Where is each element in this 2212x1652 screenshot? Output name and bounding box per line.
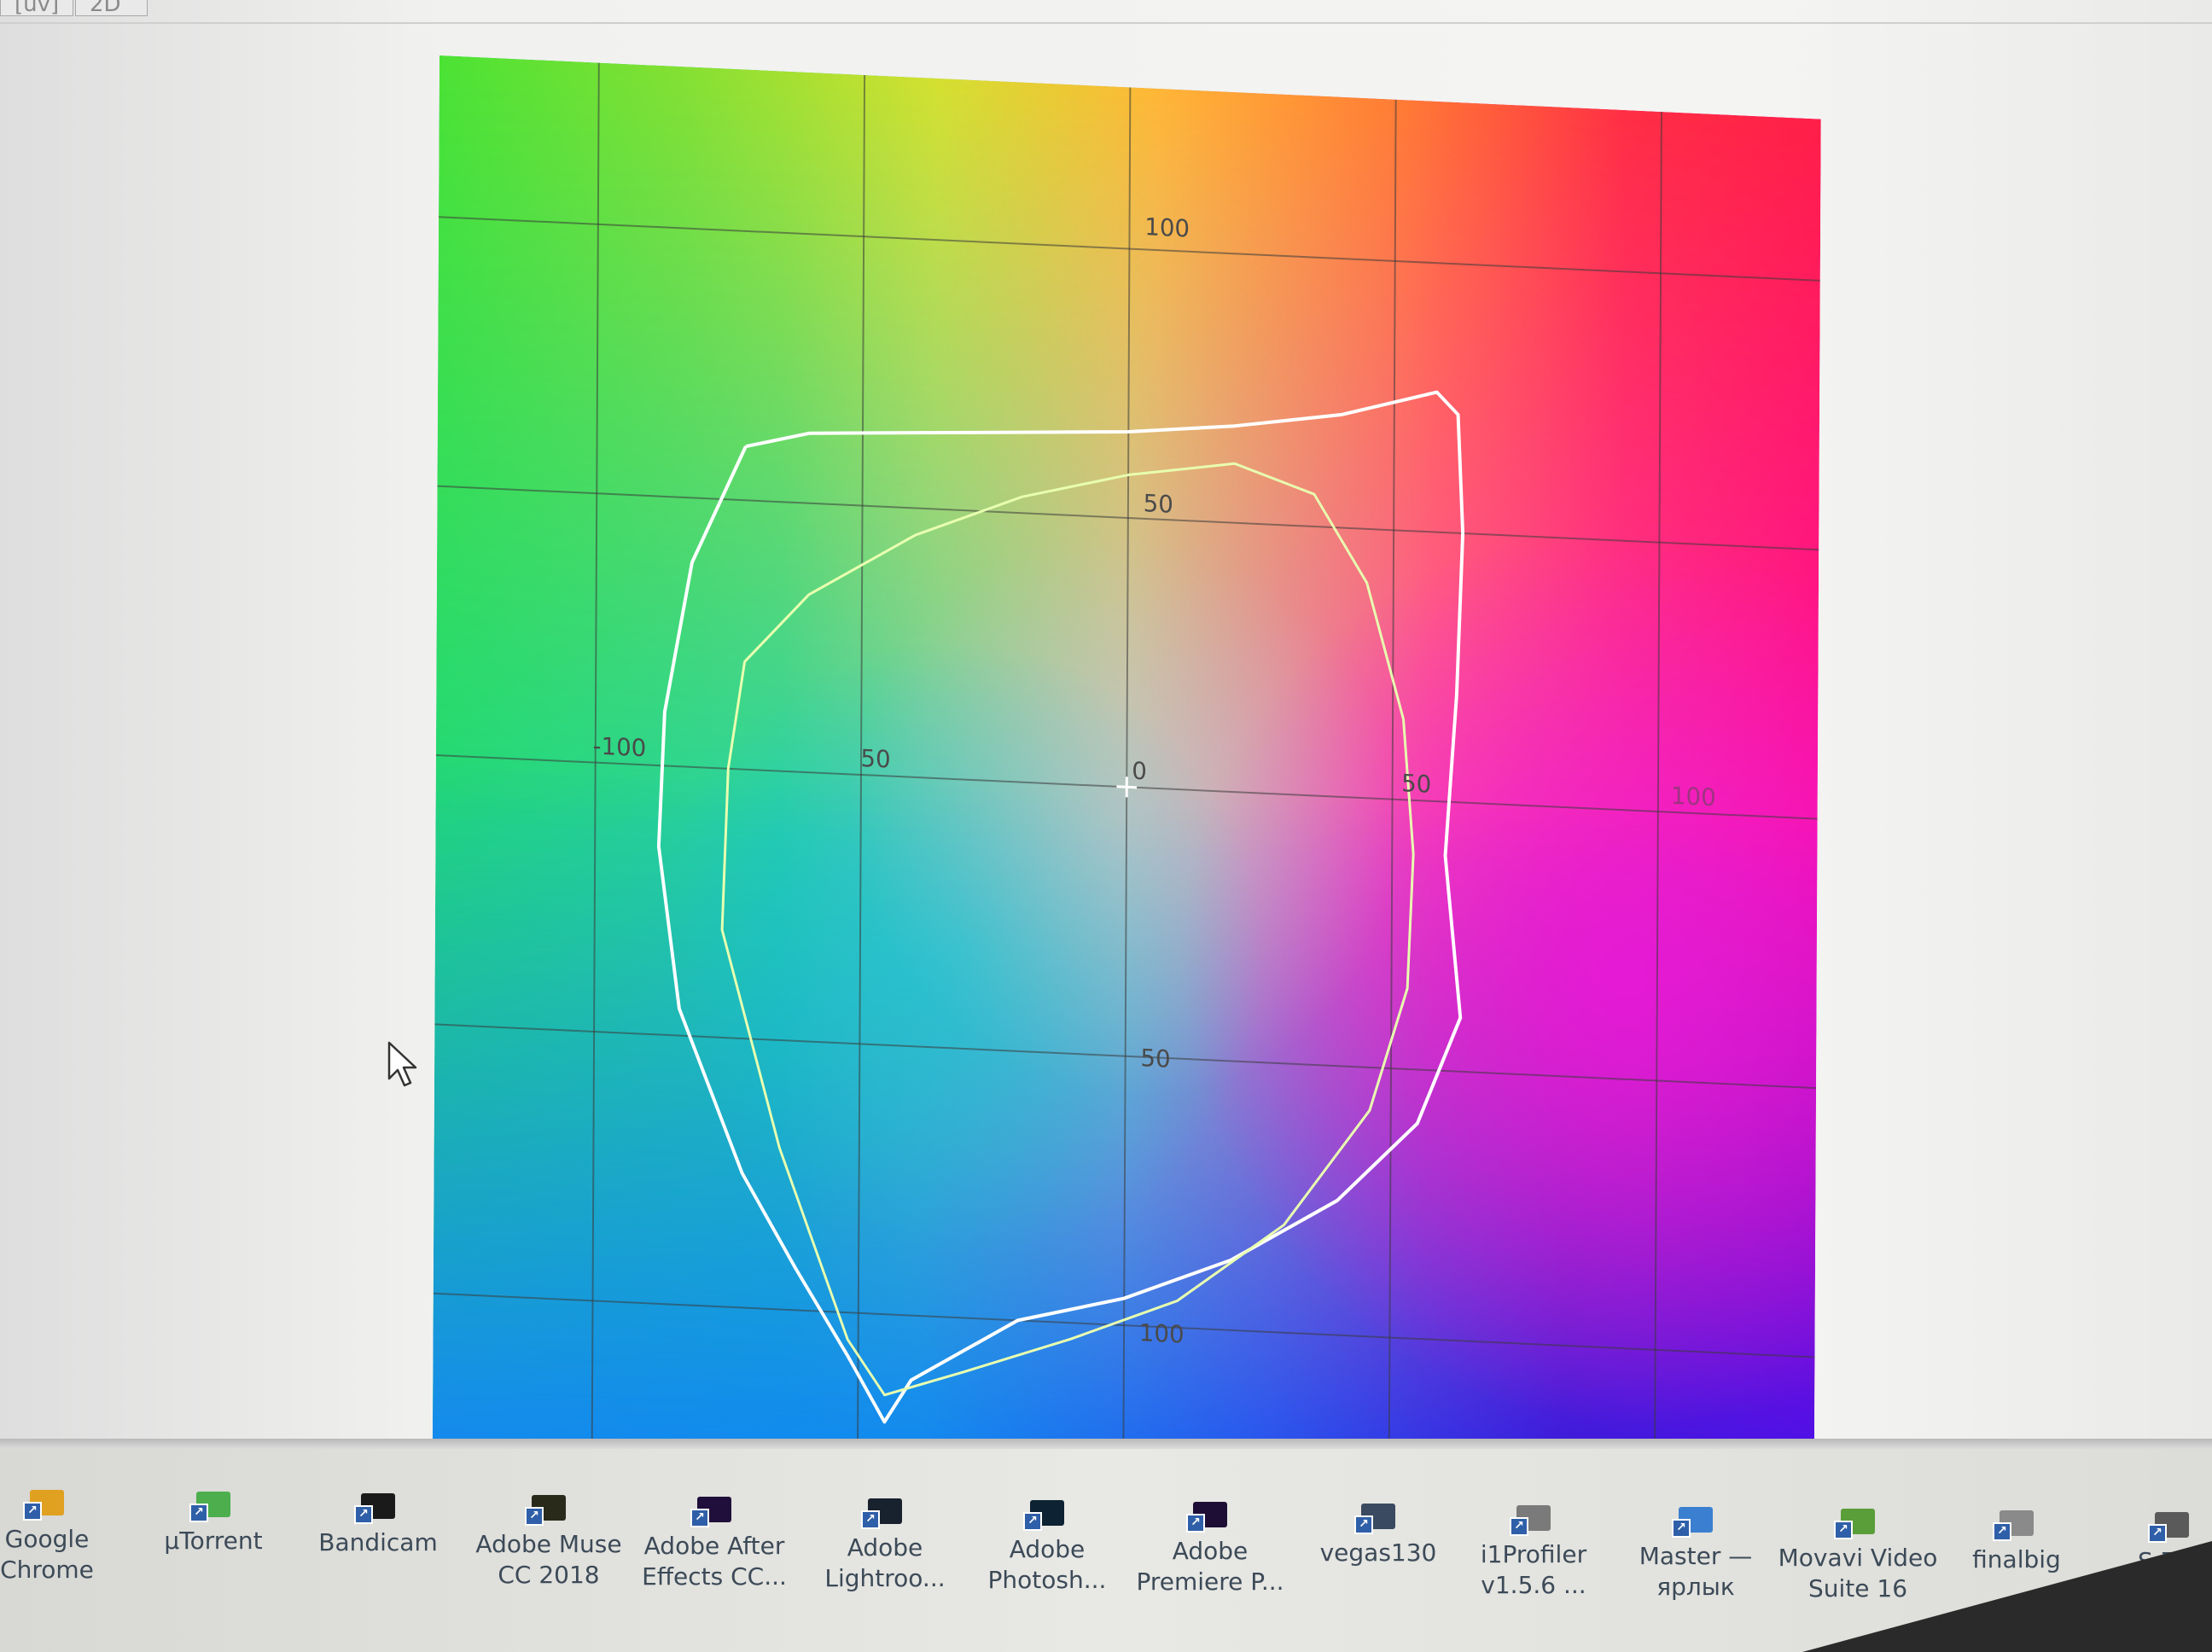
- shortcut-arrow-icon: ↗: [1186, 1514, 1205, 1533]
- app-shortcut-icon: ↗: [1023, 1495, 1071, 1531]
- app-shortcut-icon: ↗: [23, 1485, 71, 1521]
- app-shortcut-icon: ↗: [1834, 1504, 1882, 1539]
- shortcut-label: Adobe After Effects CC...: [642, 1532, 787, 1591]
- desktop-shortcut[interactable]: ↗ Master — ярлык: [1615, 1502, 1777, 1603]
- app-shortcut-icon: ↗: [525, 1490, 573, 1526]
- shortcut-arrow-icon: ↗: [354, 1505, 373, 1524]
- app-shortcut-icon: ↗: [1993, 1505, 2040, 1541]
- app-shortcut-icon: ↗: [1186, 1497, 1234, 1533]
- shortcut-label: µTorrent: [164, 1527, 263, 1555]
- app-shortcut-icon: ↗: [690, 1492, 738, 1527]
- desktop-shortcut[interactable]: ↗ Adobe Muse CC 2018: [468, 1490, 630, 1591]
- shortcut-arrow-icon: ↗: [2148, 1524, 2167, 1543]
- shortcut-label: Adobe Photosh...: [987, 1535, 1107, 1594]
- mouse-pointer-icon: [387, 1041, 417, 1087]
- tab-2d-xy[interactable]: 2D [xy]: [75, 0, 148, 16]
- shortcut-arrow-icon: ↗: [1834, 1521, 1853, 1539]
- window-bottom-edge: [0, 1439, 2212, 1449]
- shortcut-arrow-icon: ↗: [23, 1502, 42, 1521]
- desktop-shortcut[interactable]: ↗ Adobe Photosh...: [966, 1495, 1128, 1596]
- toolbar-divider: [0, 22, 2212, 24]
- tab-uv[interactable]: [uv]: [0, 0, 74, 16]
- desktop-shortcut[interactable]: ↗ i1Profiler v1.5.6 ...: [1452, 1500, 1615, 1601]
- desktop-shortcut[interactable]: ↗ Adobe Premiere P...: [1129, 1497, 1291, 1597]
- app-window: [uv] 2D [xy]: [0, 0, 2212, 1519]
- axis-label-h-neg50: 50: [860, 744, 890, 774]
- shortcut-label: Master — ярлык: [1639, 1542, 1753, 1601]
- desktop-shortcut[interactable]: ↗ Adobe Lightroo...: [804, 1493, 966, 1594]
- app-shortcut-icon: ↗: [1510, 1500, 1557, 1536]
- shortcut-arrow-icon: ↗: [690, 1509, 709, 1527]
- app-shortcut-icon: ↗: [2148, 1507, 2196, 1543]
- axis-label-h-neg100: -100: [593, 731, 647, 762]
- app-shortcut-icon: ↗: [1672, 1502, 1720, 1538]
- desktop-shortcut[interactable]: ↗ Google Chrome: [0, 1485, 128, 1585]
- desktop-shortcut[interactable]: ↗ Bandicam: [297, 1488, 459, 1558]
- shortcut-arrow-icon: ↗: [1510, 1517, 1528, 1536]
- gamut-plot-canvas[interactable]: 100 50 50 100 -100 50 0 50 100: [432, 55, 1821, 1519]
- app-shortcut-icon: ↗: [189, 1486, 237, 1522]
- app-shortcut-icon: ↗: [861, 1493, 909, 1529]
- shortcut-arrow-icon: ↗: [1354, 1515, 1373, 1534]
- shortcut-arrow-icon: ↗: [1993, 1522, 2011, 1541]
- desktop-shortcut[interactable]: ↗ vegas130: [1297, 1498, 1459, 1568]
- gamut-plot[interactable]: 100 50 50 100 -100 50 0 50 100: [432, 55, 1821, 1519]
- desktop-shortcut[interactable]: ↗ Adobe After Effects CC...: [633, 1492, 795, 1592]
- shortcut-label: Adobe Muse CC 2018: [475, 1530, 622, 1589]
- shortcut-label: Adobe Premiere P...: [1136, 1537, 1284, 1596]
- shortcut-label: Google Chrome: [0, 1525, 94, 1584]
- shortcut-arrow-icon: ↗: [1672, 1519, 1691, 1538]
- axis-label-v-100: 100: [1144, 212, 1190, 243]
- axis-label-h-0: 0: [1132, 756, 1147, 785]
- shortcut-arrow-icon: ↗: [525, 1507, 544, 1526]
- app-shortcut-icon: ↗: [1354, 1498, 1402, 1534]
- shortcut-arrow-icon: ↗: [1023, 1512, 1042, 1531]
- axis-label-v-neg100: 100: [1139, 1318, 1185, 1349]
- shortcut-label: i1Profiler v1.5.6 ...: [1480, 1540, 1587, 1599]
- shortcut-label: Adobe Lightroo...: [824, 1533, 946, 1592]
- app-shortcut-icon: ↗: [354, 1488, 402, 1524]
- shortcut-label: vegas130: [1319, 1539, 1437, 1567]
- axis-label-h-50: 50: [1401, 769, 1431, 799]
- axis-label-v-50: 50: [1144, 489, 1173, 519]
- axis-label-h-100: 100: [1671, 782, 1716, 812]
- monitor-bezel: [1802, 1541, 2212, 1652]
- shortcut-label: Bandicam: [318, 1528, 438, 1556]
- shortcut-arrow-icon: ↗: [189, 1504, 208, 1522]
- axis-label-v-neg50: 50: [1140, 1044, 1170, 1073]
- shortcut-arrow-icon: ↗: [861, 1510, 880, 1529]
- desktop-shortcut[interactable]: ↗ µTorrent: [132, 1486, 294, 1556]
